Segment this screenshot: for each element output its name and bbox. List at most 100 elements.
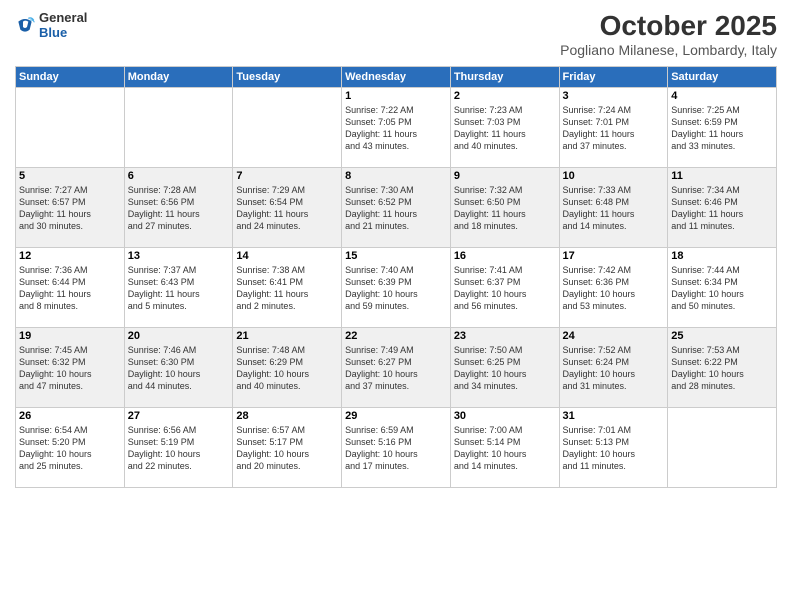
table-cell: 10 Sunrise: 7:33 AMSunset: 6:48 PMDayligh…: [559, 168, 668, 248]
day-info: Sunrise: 7:23 AMSunset: 7:03 PMDaylight:…: [454, 104, 556, 153]
table-cell: 9Sunrise: 7:32 AMSunset: 6:50 PMDaylight…: [450, 168, 559, 248]
table-cell: [16, 88, 125, 168]
col-friday: Friday: [559, 67, 668, 88]
table-cell: 1Sunrise: 7:22 AMSunset: 7:05 PMDaylight…: [342, 88, 451, 168]
col-saturday: Saturday: [668, 67, 777, 88]
day-info: Sunrise: 7:37 AMSunset: 6:43 PMDaylight:…: [128, 264, 230, 313]
table-cell: [124, 88, 233, 168]
day-number: 22: [345, 330, 447, 342]
logo-icon: [15, 15, 35, 35]
month-title: October 2025: [560, 10, 777, 42]
day-number: 17: [563, 250, 665, 262]
day-info: Sunrise: 7:28 AMSunset: 6:56 PMDaylight:…: [128, 184, 230, 233]
day-info: Sunrise: 7:48 AMSunset: 6:29 PMDaylight:…: [236, 344, 338, 393]
day-info: Sunrise: 6:57 AMSunset: 5:17 PMDaylight:…: [236, 424, 338, 473]
day-number: 9: [454, 170, 556, 182]
day-number: 7: [236, 170, 338, 182]
day-number: 6: [128, 170, 230, 182]
logo: General Blue: [15, 10, 87, 40]
day-number: 16: [454, 250, 556, 262]
col-tuesday: Tuesday: [233, 67, 342, 88]
table-cell: 4 Sunrise: 7:25 AMSunset: 6:59 PMDaylight…: [668, 88, 777, 168]
header: General Blue October 2025 Pogliano Milan…: [15, 10, 777, 58]
calendar-row: 26 Sunrise: 6:54 AMSunset: 5:20 PMDayligh…: [16, 408, 777, 488]
day-number: 21: [236, 330, 338, 342]
table-cell: 12Sunrise: 7:36 AMSunset: 6:44 PMDayligh…: [16, 248, 125, 328]
day-info: Sunrise: 7:44 AMSunset: 6:34 PMDaylight:…: [671, 264, 773, 313]
day-number: 10: [563, 170, 665, 182]
day-info: Sunrise: 7:38 AMSunset: 6:41 PMDaylight:…: [236, 264, 338, 313]
table-cell: 5 Sunrise: 7:27 AMSunset: 6:57 PMDaylight…: [16, 168, 125, 248]
col-sunday: Sunday: [16, 67, 125, 88]
day-number: 14: [236, 250, 338, 262]
calendar-header-row: Sunday Monday Tuesday Wednesday Thursday…: [16, 67, 777, 88]
day-number: 30: [454, 410, 556, 422]
table-cell: 25 Sunrise: 7:53 AMSunset: 6:22 PMDayligh…: [668, 328, 777, 408]
table-cell: 11Sunrise: 7:34 AMSunset: 6:46 PMDayligh…: [668, 168, 777, 248]
calendar-row: 19 Sunrise: 7:45 AMSunset: 6:32 PMDayligh…: [16, 328, 777, 408]
table-cell: 16 Sunrise: 7:41 AMSunset: 6:37 PMDayligh…: [450, 248, 559, 328]
table-cell: 3Sunrise: 7:24 AMSunset: 7:01 PMDaylight…: [559, 88, 668, 168]
col-wednesday: Wednesday: [342, 67, 451, 88]
day-number: 2: [454, 90, 556, 102]
day-number: 19: [19, 330, 121, 342]
table-cell: 14 Sunrise: 7:38 AMSunset: 6:41 PMDayligh…: [233, 248, 342, 328]
table-cell: [668, 408, 777, 488]
table-cell: 28Sunrise: 6:57 AMSunset: 5:17 PMDayligh…: [233, 408, 342, 488]
table-cell: 8Sunrise: 7:30 AMSunset: 6:52 PMDaylight…: [342, 168, 451, 248]
day-info: Sunrise: 6:56 AMSunset: 5:19 PMDaylight:…: [128, 424, 230, 473]
table-cell: 15 Sunrise: 7:40 AMSunset: 6:39 PMDayligh…: [342, 248, 451, 328]
day-number: 11: [671, 170, 773, 182]
day-number: 27: [128, 410, 230, 422]
page: General Blue October 2025 Pogliano Milan…: [0, 0, 792, 612]
day-info: Sunrise: 7:36 AMSunset: 6:44 PMDaylight:…: [19, 264, 121, 313]
day-info: Sunrise: 7:42 AMSunset: 6:36 PMDaylight:…: [563, 264, 665, 313]
day-number: 20: [128, 330, 230, 342]
calendar-row: 12Sunrise: 7:36 AMSunset: 6:44 PMDayligh…: [16, 248, 777, 328]
logo-text: General Blue: [39, 10, 87, 40]
day-info: Sunrise: 7:53 AMSunset: 6:22 PMDaylight:…: [671, 344, 773, 393]
day-info: Sunrise: 7:27 AMSunset: 6:57 PMDaylight:…: [19, 184, 121, 233]
day-info: Sunrise: 7:45 AMSunset: 6:32 PMDaylight:…: [19, 344, 121, 393]
day-info: Sunrise: 7:29 AMSunset: 6:54 PMDaylight:…: [236, 184, 338, 233]
day-number: 29: [345, 410, 447, 422]
table-cell: 7 Sunrise: 7:29 AMSunset: 6:54 PMDaylight…: [233, 168, 342, 248]
table-cell: 17 Sunrise: 7:42 AMSunset: 6:36 PMDayligh…: [559, 248, 668, 328]
day-info: Sunrise: 7:50 AMSunset: 6:25 PMDaylight:…: [454, 344, 556, 393]
day-number: 4: [671, 90, 773, 102]
calendar-table: Sunday Monday Tuesday Wednesday Thursday…: [15, 66, 777, 488]
day-number: 13: [128, 250, 230, 262]
calendar-row: 5 Sunrise: 7:27 AMSunset: 6:57 PMDaylight…: [16, 168, 777, 248]
table-cell: 31 Sunrise: 7:01 AMSunset: 5:13 PMDayligh…: [559, 408, 668, 488]
day-info: Sunrise: 7:41 AMSunset: 6:37 PMDaylight:…: [454, 264, 556, 313]
table-cell: [233, 88, 342, 168]
table-cell: 29Sunrise: 6:59 AMSunset: 5:16 PMDayligh…: [342, 408, 451, 488]
day-info: Sunrise: 7:25 AMSunset: 6:59 PMDaylight:…: [671, 104, 773, 153]
table-cell: 23 Sunrise: 7:50 AMSunset: 6:25 PMDayligh…: [450, 328, 559, 408]
day-info: Sunrise: 6:54 AMSunset: 5:20 PMDaylight:…: [19, 424, 121, 473]
logo-blue-text: Blue: [39, 25, 87, 40]
day-number: 18: [671, 250, 773, 262]
day-info: Sunrise: 7:52 AMSunset: 6:24 PMDaylight:…: [563, 344, 665, 393]
day-number: 23: [454, 330, 556, 342]
day-info: Sunrise: 7:49 AMSunset: 6:27 PMDaylight:…: [345, 344, 447, 393]
table-cell: 13 Sunrise: 7:37 AMSunset: 6:43 PMDayligh…: [124, 248, 233, 328]
day-number: 8: [345, 170, 447, 182]
day-info: Sunrise: 7:22 AMSunset: 7:05 PMDaylight:…: [345, 104, 447, 153]
day-number: 5: [19, 170, 121, 182]
day-number: 31: [563, 410, 665, 422]
col-thursday: Thursday: [450, 67, 559, 88]
title-block: October 2025 Pogliano Milanese, Lombardy…: [560, 10, 777, 58]
table-cell: 21 Sunrise: 7:48 AMSunset: 6:29 PMDayligh…: [233, 328, 342, 408]
table-cell: 27 Sunrise: 6:56 AMSunset: 5:19 PMDayligh…: [124, 408, 233, 488]
day-info: Sunrise: 7:00 AMSunset: 5:14 PMDaylight:…: [454, 424, 556, 473]
day-number: 25: [671, 330, 773, 342]
day-info: Sunrise: 7:01 AMSunset: 5:13 PMDaylight:…: [563, 424, 665, 473]
table-cell: 6 Sunrise: 7:28 AMSunset: 6:56 PMDaylight…: [124, 168, 233, 248]
day-info: Sunrise: 7:33 AMSunset: 6:48 PMDaylight:…: [563, 184, 665, 233]
day-number: 26: [19, 410, 121, 422]
table-cell: 20Sunrise: 7:46 AMSunset: 6:30 PMDayligh…: [124, 328, 233, 408]
table-cell: 2 Sunrise: 7:23 AMSunset: 7:03 PMDaylight…: [450, 88, 559, 168]
day-info: Sunrise: 7:40 AMSunset: 6:39 PMDaylight:…: [345, 264, 447, 313]
day-number: 15: [345, 250, 447, 262]
